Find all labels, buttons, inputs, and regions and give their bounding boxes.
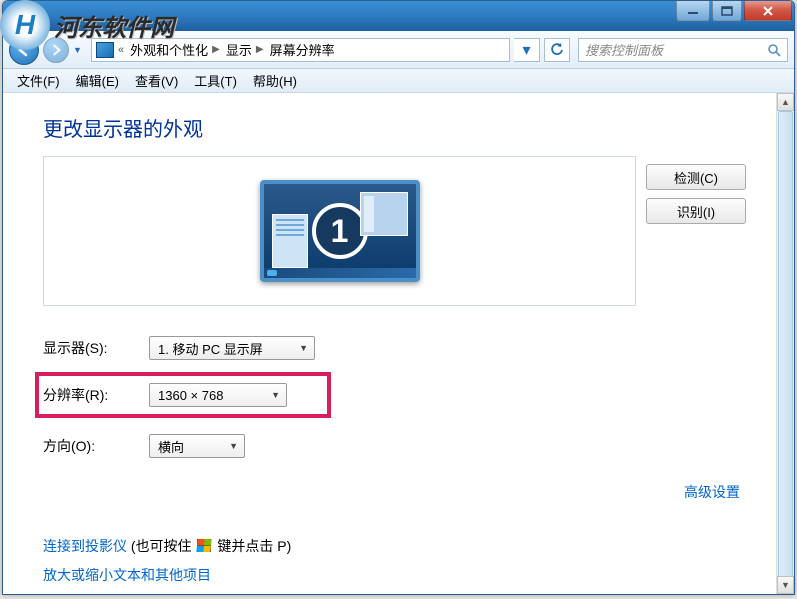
menu-tools[interactable]: 工具(T): [186, 69, 245, 92]
explorer-nav: ▼ « 外观和个性化 ▶ 显示 ▶ 屏幕分辨率 ▾ 搜索控制面板: [3, 31, 794, 69]
preview-window-icon: [360, 192, 408, 236]
nav-history-dropdown[interactable]: ▼: [73, 45, 87, 55]
advanced-settings-link[interactable]: 高级设置: [684, 484, 740, 500]
chevron-down-icon: ▼: [229, 441, 238, 451]
control-panel-icon: [96, 42, 114, 58]
projector-link[interactable]: 连接到投影仪: [43, 538, 127, 554]
windows-key-icon: [197, 539, 211, 552]
close-button[interactable]: [744, 1, 792, 21]
text-size-link[interactable]: 放大或缩小文本和其他项目: [43, 567, 211, 583]
chevron-right-icon[interactable]: ▶: [212, 44, 220, 55]
orientation-select[interactable]: 横向▼: [149, 434, 245, 458]
minimize-button[interactable]: [676, 1, 710, 21]
orientation-label: 方向(O):: [43, 436, 149, 456]
scroll-thumb[interactable]: [778, 111, 793, 581]
nav-back-button[interactable]: [9, 35, 39, 65]
display-preview-box[interactable]: 1: [43, 156, 636, 306]
chevron-down-icon: ▼: [299, 343, 308, 353]
maximize-button[interactable]: [712, 1, 742, 21]
control-panel-window: ▼ « 外观和个性化 ▶ 显示 ▶ 屏幕分辨率 ▾ 搜索控制面板 文件(F) 编辑(…: [2, 0, 795, 595]
address-dropdown-button[interactable]: ▾: [514, 38, 540, 62]
resolution-label: 分辨率(R):: [43, 385, 149, 405]
projector-hint-text2: 键并点击 P): [213, 538, 291, 554]
menu-file[interactable]: 文件(F): [9, 69, 68, 92]
chevron-down-icon: ▼: [271, 390, 280, 400]
vertical-scrollbar[interactable]: ▲ ▼: [776, 93, 794, 594]
search-icon: [767, 43, 781, 57]
refresh-button[interactable]: [544, 38, 570, 62]
address-bar[interactable]: « 外观和个性化 ▶ 显示 ▶ 屏幕分辨率: [91, 38, 510, 62]
menu-help[interactable]: 帮助(H): [245, 69, 305, 92]
identify-button[interactable]: 识别(I): [646, 198, 746, 224]
scroll-up-button[interactable]: ▲: [777, 93, 794, 111]
content-area: 更改显示器的外观 1 检测(C) 识别(I) 显示器(S):: [3, 93, 794, 594]
scroll-down-button[interactable]: ▼: [777, 576, 794, 594]
nav-forward-button[interactable]: [43, 37, 69, 63]
breadcrumb-seg-display[interactable]: 显示: [226, 40, 252, 59]
breadcrumb-overflow[interactable]: «: [118, 44, 124, 56]
display-label: 显示器(S):: [43, 338, 149, 358]
projector-hint-text: (也可按住: [127, 538, 195, 554]
resolution-highlight: 分辨率(R): 1360 × 768▼: [35, 372, 331, 418]
menu-view[interactable]: 查看(V): [127, 69, 186, 92]
display-select[interactable]: 1. 移动 PC 显示屏▼: [149, 336, 315, 360]
breadcrumb-seg-resolution[interactable]: 屏幕分辨率: [270, 40, 335, 59]
window-titlebar[interactable]: [3, 1, 794, 31]
resolution-select[interactable]: 1360 × 768▼: [149, 383, 287, 407]
search-placeholder: 搜索控制面板: [585, 40, 663, 59]
monitor-thumbnail[interactable]: 1: [260, 180, 420, 282]
menu-bar: 文件(F) 编辑(E) 查看(V) 工具(T) 帮助(H): [3, 69, 794, 93]
page-title: 更改显示器的外观: [43, 113, 746, 142]
preview-taskbar: [264, 268, 416, 278]
breadcrumb-seg-appearance[interactable]: 外观和个性化: [130, 40, 208, 59]
search-input[interactable]: 搜索控制面板: [578, 38, 788, 62]
preview-window-icon: [272, 214, 308, 268]
menu-edit[interactable]: 编辑(E): [68, 69, 127, 92]
detect-button[interactable]: 检测(C): [646, 164, 746, 190]
chevron-right-icon[interactable]: ▶: [256, 44, 264, 55]
